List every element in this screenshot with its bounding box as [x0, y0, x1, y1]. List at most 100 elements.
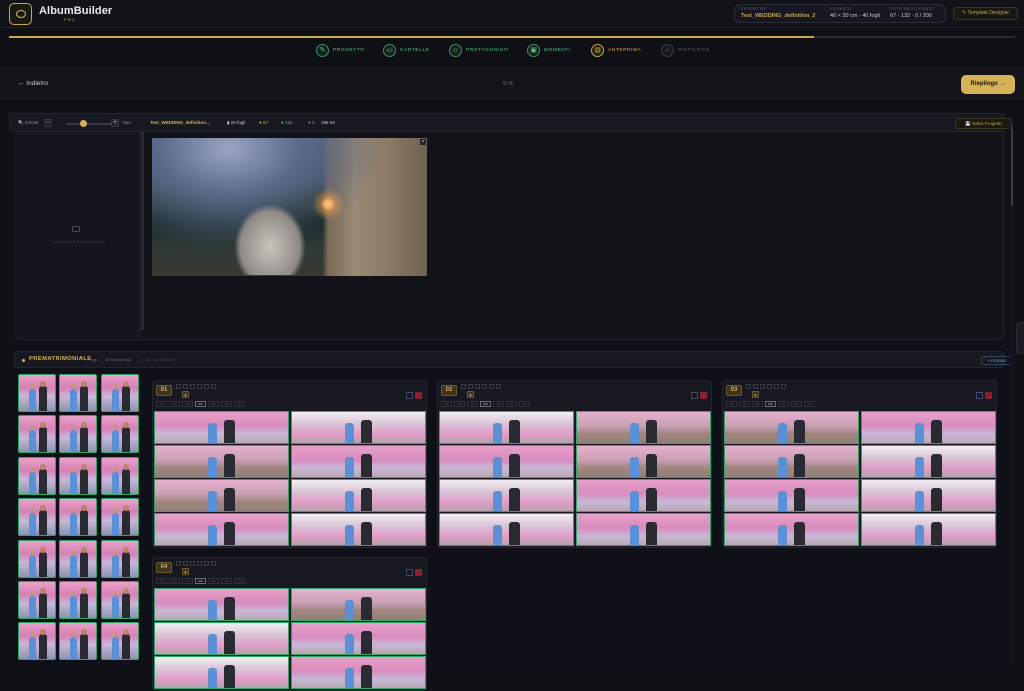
spread-photo-slot[interactable]: [576, 445, 711, 478]
layout-option[interactable]: 2/2: [739, 401, 750, 407]
add-sheet-button[interactable]: + FOGLIO: [981, 356, 1013, 365]
photo-thumbnail[interactable]: [101, 415, 139, 453]
layout-mini-icon[interactable]: [204, 384, 209, 389]
layout-mini-icon[interactable]: [190, 561, 195, 566]
layout-mini-icon[interactable]: [176, 561, 181, 566]
layout-option[interactable]: 4/3: [208, 578, 219, 584]
zoom-out-button[interactable]: −: [44, 119, 52, 127]
layout-option[interactable]: 1/4: [804, 401, 815, 407]
page-marker-icon[interactable]: ▲: [182, 391, 189, 398]
remove-photo-icon[interactable]: ×: [420, 139, 426, 145]
layout-mini-icon[interactable]: [767, 384, 772, 389]
spread-photo-slot[interactable]: [576, 513, 711, 546]
move-spread-icon[interactable]: [406, 392, 413, 399]
layout-mini-icon[interactable]: [197, 384, 202, 389]
spread-photo-slot[interactable]: [154, 479, 289, 512]
photo-thumbnail[interactable]: [59, 415, 97, 453]
layout-option[interactable]: 1/4: [234, 401, 245, 407]
template-designer-button[interactable]: ✎ Template Designer: [953, 7, 1018, 20]
move-spread-icon[interactable]: [406, 569, 413, 576]
spread-photo-slot[interactable]: [439, 411, 574, 444]
photo-thumbnail[interactable]: [101, 540, 139, 578]
delete-spread-icon[interactable]: [415, 392, 422, 399]
layout-option[interactable]: 2/3: [506, 401, 517, 407]
spread-photo-slot[interactable]: [724, 445, 859, 478]
layout-mini-icon[interactable]: [746, 384, 751, 389]
layout-option[interactable]: 6/6: [480, 401, 491, 407]
spread-photo-slot[interactable]: [291, 513, 426, 546]
section-header[interactable]: PREMATRIMONIALE 7 fogli 42 foto sui fogl…: [14, 351, 1013, 368]
side-panel-toggle[interactable]: [1016, 322, 1024, 354]
spread-photo-slot[interactable]: [724, 411, 859, 444]
layout-mini-icon[interactable]: [204, 561, 209, 566]
photo-thumbnail[interactable]: [59, 622, 97, 660]
photo-thumbnail[interactable]: [18, 498, 56, 536]
step-anteprima[interactable]: ▤ ANTEPRIMA: [591, 42, 641, 58]
layout-option[interactable]: 6/6: [195, 401, 206, 407]
spread-photo-slot[interactable]: [861, 445, 996, 478]
spread-photo-slot[interactable]: [439, 445, 574, 478]
layout-option[interactable]: 2/3: [221, 578, 232, 584]
photo-thumbnail[interactable]: [59, 581, 97, 619]
zoom-slider-handle[interactable]: [80, 120, 87, 127]
move-spread-icon[interactable]: [976, 392, 983, 399]
spread-photo-slot[interactable]: [154, 445, 289, 478]
editor-scrollbar[interactable]: [1010, 125, 1014, 665]
spread-photo-slot[interactable]: [576, 479, 711, 512]
next-button[interactable]: Riepilogo →: [961, 75, 1015, 94]
photo-thumbnail[interactable]: [59, 457, 97, 495]
photo-thumbnail[interactable]: [59, 540, 97, 578]
photo-thumbnail[interactable]: [101, 581, 139, 619]
layout-mini-icon[interactable]: [496, 384, 501, 389]
spread-photo-slot[interactable]: [291, 411, 426, 444]
layout-mini-icon[interactable]: [190, 384, 195, 389]
move-spread-icon[interactable]: [691, 392, 698, 399]
spread-photo-slot[interactable]: [724, 513, 859, 546]
spread-photo-slot[interactable]: [291, 622, 426, 655]
delete-spread-icon[interactable]: [700, 392, 707, 399]
step-cartelle[interactable]: ▭ CARTELLE: [383, 42, 430, 58]
layout-option[interactable]: 4/4: [752, 401, 763, 407]
photo-thumbnail[interactable]: [101, 457, 139, 495]
layout-mini-icon[interactable]: [211, 561, 216, 566]
step-progetto[interactable]: ✎ PROGETTO: [316, 42, 365, 58]
layout-option[interactable]: 2/3: [791, 401, 802, 407]
layout-mini-icon[interactable]: [482, 384, 487, 389]
spread-photo-slot[interactable]: [291, 656, 426, 689]
layout-option[interactable]: 2/3: [221, 401, 232, 407]
layout-mini-icon[interactable]: [475, 384, 480, 389]
spread-photo-slot[interactable]: [154, 656, 289, 689]
layout-option[interactable]: 1/2: [726, 401, 737, 407]
spread-photo-slot[interactable]: [154, 622, 289, 655]
photo-thumbnail[interactable]: [18, 457, 56, 495]
photo-thumbnail[interactable]: [18, 540, 56, 578]
layout-mini-icon[interactable]: [489, 384, 494, 389]
spread-photo-slot[interactable]: [861, 513, 996, 546]
album-spread[interactable]: 02 ▲ 1/2 2/2 4/4 6/6 4/3 2/3 1/4: [437, 380, 712, 548]
spread-photo-slot[interactable]: [439, 479, 574, 512]
spread-photo-slot[interactable]: [154, 411, 289, 444]
step-riepilogo[interactable]: ✓ RIEPILOGO: [661, 42, 710, 58]
photo-thumbnail[interactable]: [18, 622, 56, 660]
album-spread[interactable]: 03 ▲ 1/2 2/2 4/4 6/6 4/3 2/3 1/4: [722, 380, 997, 548]
album-spread[interactable]: 04 ▲ 1/2 2/2 4/4 6/6 4/3 2/3 1/4: [152, 557, 427, 691]
photo-dropzone[interactable]: [14, 132, 140, 338]
layout-mini-icon[interactable]: [774, 384, 779, 389]
spread-photo-slot[interactable]: [154, 588, 289, 621]
layout-mini-icon[interactable]: [760, 384, 765, 389]
photo-thumbnail[interactable]: [59, 374, 97, 412]
layout-option[interactable]: 6/6: [195, 578, 206, 584]
editor-scrollbar-thumb[interactable]: [1011, 126, 1013, 206]
layout-option[interactable]: 4/4: [182, 578, 193, 584]
delete-spread-icon[interactable]: [985, 392, 992, 399]
save-project-button[interactable]: 💾 Salva Progetto: [955, 118, 1012, 129]
layout-option[interactable]: 4/4: [182, 401, 193, 407]
layout-mini-icon[interactable]: [197, 561, 202, 566]
photo-thumbnail[interactable]: [101, 622, 139, 660]
zoom-in-button[interactable]: +: [111, 119, 119, 127]
photo-thumbnail[interactable]: [101, 498, 139, 536]
step-protagonisti[interactable]: ☺ PROTAGONISTI: [449, 42, 509, 58]
layout-mini-icon[interactable]: [183, 561, 188, 566]
spread-photo-slot[interactable]: [439, 513, 574, 546]
spread-photo-slot[interactable]: [576, 411, 711, 444]
